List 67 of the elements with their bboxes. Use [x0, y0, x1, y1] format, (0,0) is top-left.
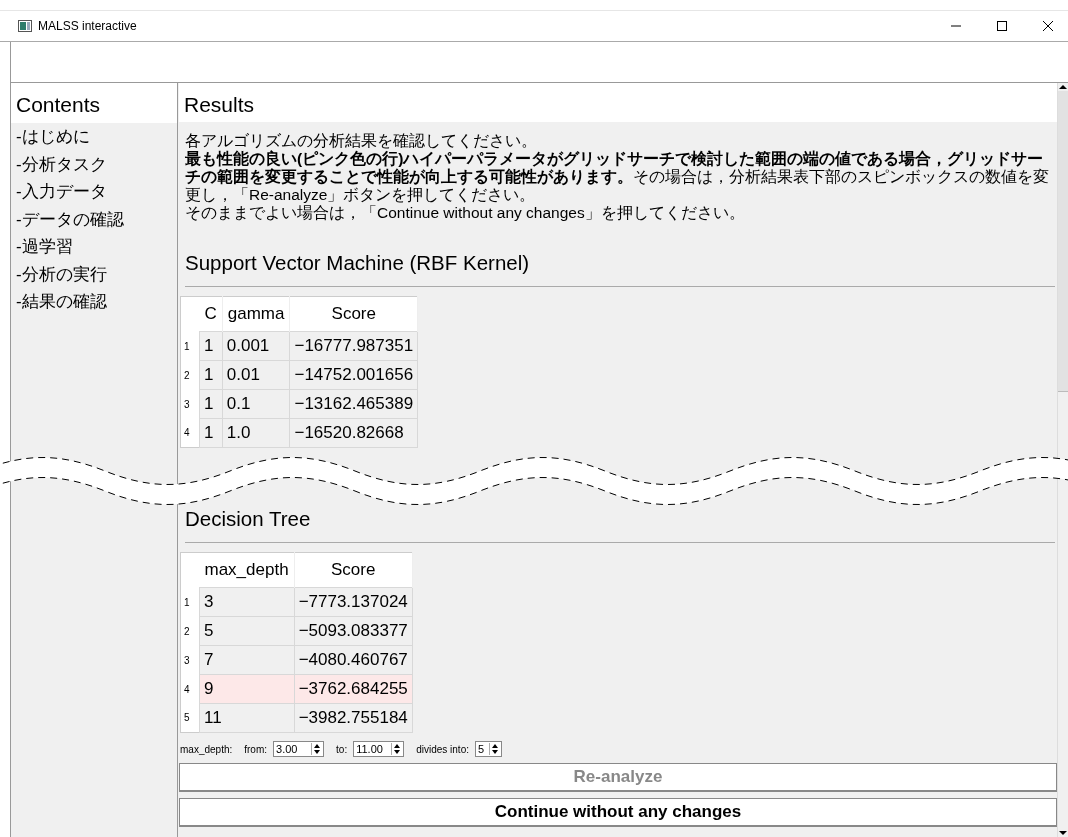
row-number: 4 — [180, 418, 200, 448]
column-header: gamma — [222, 296, 290, 332]
sidebar-item[interactable]: -結果の確認 — [11, 288, 177, 316]
row-number: 1 — [180, 331, 200, 361]
sidebar-item[interactable]: -入力データ — [11, 178, 177, 206]
action-button[interactable]: Continue without any changes — [179, 798, 1057, 827]
table-cell: 3 — [199, 587, 295, 617]
table-cell: −14752.001656 — [289, 360, 418, 390]
from-label: from: — [244, 743, 268, 755]
scroll-down-icon[interactable] — [1058, 829, 1068, 837]
table-cell: −16520.82668 — [289, 418, 418, 448]
table-cell: −7773.137024 — [294, 587, 413, 617]
spin-box[interactable]: 3.00 — [273, 741, 325, 757]
sidebar-item[interactable]: -分析タスク — [11, 150, 177, 178]
to-label: to: — [336, 743, 348, 755]
app-icon — [18, 20, 32, 32]
table-cell: −3762.684255 — [294, 674, 413, 704]
row-number: 4 — [180, 674, 200, 704]
sidebar-item[interactable]: -分析の実行 — [11, 260, 177, 288]
section-title: Decision Tree — [184, 507, 312, 532]
table-cell: 1 — [199, 418, 223, 448]
table-cell: −3982.755184 — [294, 703, 413, 733]
spin-box[interactable]: 5 — [475, 741, 502, 757]
sidebar-item[interactable]: -過学習 — [11, 233, 177, 261]
table-cell: 1 — [199, 389, 223, 419]
description-text: 各アルゴリズムの分析結果を確認してください。 — [185, 132, 538, 150]
table-cell: 1 — [199, 360, 223, 390]
row-number: 1 — [180, 587, 200, 617]
window-title: MALSS interactive — [38, 19, 137, 33]
row-number: 3 — [180, 645, 200, 675]
divides-label: divides into: — [416, 743, 469, 755]
table-cell: 0.01 — [222, 360, 290, 390]
column-header: Score — [289, 296, 418, 332]
row-number: 2 — [180, 616, 200, 646]
table-cell: 1 — [199, 331, 223, 361]
description-text: そのままでよい場合は，「Continue without any changes」を押してください。 — [185, 204, 746, 222]
row-number: 3 — [180, 389, 200, 419]
table-cell: 7 — [199, 645, 295, 675]
table-cell: −5093.083377 — [294, 616, 413, 646]
row-number: 5 — [180, 703, 200, 733]
section-title: Support Vector Machine (RBF Kernel) — [184, 250, 531, 276]
table-cell: 5 — [199, 616, 295, 646]
table-cell: −16777.987351 — [289, 331, 418, 361]
description-text: 最も性能の良い(ピンク色の行)ハイパーパラメータがグリッドサーチで検討した範囲の端の値である場合，グリッドサーチの範囲を変更することで性能が向上する可能性があります。その場合は，分析結果表下部のスピンボックスの数値を変更し，「Re-analyze」ボタンを押してください。 — [185, 150, 1050, 204]
table-cell: 0.001 — [222, 331, 290, 361]
close-icon[interactable] — [1042, 20, 1054, 32]
sidebar-item[interactable]: -はじめに — [11, 123, 177, 151]
parameter-label: max_depth: — [180, 743, 233, 755]
table-cell: 0.1 — [222, 389, 290, 419]
spin-arrows-icon[interactable] — [311, 743, 323, 755]
page-title: Results — [179, 83, 1057, 122]
table-cell: 1.0 — [222, 418, 290, 448]
spin-arrows-icon[interactable] — [391, 743, 403, 755]
maximize-icon[interactable] — [996, 20, 1008, 32]
table-cell: 9 — [199, 674, 295, 704]
scrollbar[interactable] — [1057, 83, 1068, 837]
spin-arrows-icon[interactable] — [489, 743, 500, 755]
table-cell: −13162.465389 — [289, 389, 418, 419]
spin-box[interactable]: 11.00 — [353, 741, 405, 757]
column-header: Score — [294, 552, 413, 588]
column-header: max_depth — [199, 552, 295, 588]
table-cell: 11 — [199, 703, 295, 733]
column-header: C — [199, 296, 223, 332]
table-cell: −4080.460767 — [294, 645, 413, 675]
sidebar-title: Contents — [11, 83, 177, 123]
sidebar-item[interactable]: -データの確認 — [11, 205, 177, 233]
row-number: 2 — [180, 360, 200, 390]
